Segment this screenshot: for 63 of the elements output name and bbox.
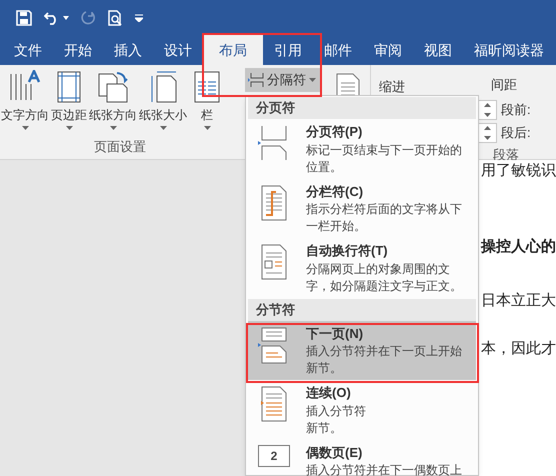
menu-item[interactable]: 分栏符(C) 指示分栏符后面的文字将从下一栏开始。 <box>248 178 476 238</box>
menu-item-description: 插入分节符并在下一偶数页上 <box>306 462 462 476</box>
print-preview-icon[interactable] <box>107 10 123 26</box>
ribbon-button[interactable]: 纸张方向 <box>88 70 138 130</box>
ribbon-tab[interactable]: 福昕阅读器 <box>463 35 555 65</box>
menu-item[interactable]: 连续(O) 插入分节符 新节。 <box>248 380 476 440</box>
ribbon-button[interactable]: 页边距 <box>50 70 88 130</box>
document-text: 本，因此才 <box>481 339 556 358</box>
menu-item-description: 分隔网页上的对象周围的文字，如分隔题注文字与正文。 <box>306 260 463 294</box>
document-text: 操控人心的 <box>481 237 556 256</box>
menu-item-title: 自动换行符(T) <box>306 242 389 260</box>
menu-item-title: 偶数页(E) <box>306 444 364 462</box>
ribbon-tab[interactable]: 邮件 <box>313 35 363 65</box>
ribbon-tab[interactable]: 开始 <box>53 35 103 65</box>
ribbon-tab[interactable]: 插入 <box>103 35 153 65</box>
ribbon-tab[interactable]: 引用 <box>263 35 313 65</box>
menu-item-description: 插入分节符并在下一页上开始新节。 <box>306 343 463 377</box>
caret-icon <box>66 126 72 130</box>
document-text: 日本立正大 <box>481 291 556 310</box>
caret-icon <box>204 126 210 130</box>
menu-item-title: 分页符(P) <box>306 123 364 141</box>
menu-item[interactable]: 2 偶数页(E) 插入分节符并在下一偶数页上 <box>248 440 476 476</box>
up-down-arrows-icon <box>484 126 490 140</box>
document-text: 用了敏锐识 <box>481 161 556 180</box>
indent-label: 缩进 <box>379 79 405 94</box>
caret-icon <box>160 126 166 130</box>
menu-item-description: 指示分栏符后面的文字将从下一栏开始。 <box>306 201 463 235</box>
caret-icon <box>309 78 316 82</box>
customize-menu-icon[interactable] <box>135 14 143 22</box>
breaks-button[interactable]: 分隔符 <box>245 68 321 92</box>
ribbon-tab[interactable]: 文件 <box>3 35 53 65</box>
ribbon-tab[interactable]: 设计 <box>153 35 203 65</box>
caret-icon <box>22 126 28 130</box>
caret-icon[interactable] <box>63 16 69 20</box>
ribbon-button[interactable]: 栏 <box>188 70 226 130</box>
menu-item-description: 插入分节符 <box>306 402 366 420</box>
spinner-button[interactable] <box>477 100 497 120</box>
menu-item-title: 连续(O) <box>306 384 352 402</box>
menu-section-heading: 分节符 <box>248 298 476 320</box>
menu-item-description: 标记一页结束与下一页开始的位置。 <box>306 142 463 176</box>
group-label: 页面设置 <box>94 138 146 156</box>
menu-item-title: 分栏符(C) <box>306 182 364 201</box>
spinner-button[interactable] <box>477 122 497 142</box>
menu-item[interactable]: 分页符(P) 标记一页结束与下一页开始的位置。 <box>248 119 476 178</box>
menu-section-heading: 分页符 <box>248 97 476 119</box>
ribbon-tab[interactable]: 审阅 <box>363 35 413 65</box>
menu-item[interactable]: 下一页(N) 插入分节符并在下一页上开始新节。 <box>248 320 476 380</box>
save-icon[interactable] <box>16 10 32 26</box>
spacing-after-label: 段后: <box>501 124 531 142</box>
menu-item-description: 新节。 <box>306 420 343 436</box>
page-break-icon <box>248 72 264 88</box>
even-page-icon: 2 <box>258 444 290 466</box>
menu-item-title: 下一页(N) <box>306 324 364 343</box>
menu-item[interactable]: 自动换行符(T) 分隔网页上的对象周围的文字，如分隔题注文字与正文。 <box>248 238 476 298</box>
spacing-label: 间距 <box>490 76 518 94</box>
ribbon-button[interactable]: 纸张大小 <box>138 70 188 130</box>
spacing-before-label: 段前: <box>501 100 531 119</box>
ribbon-button[interactable]: 文字方向 <box>0 70 50 130</box>
up-down-arrows-icon <box>484 102 490 116</box>
caret-icon <box>110 126 116 130</box>
ribbon-tab[interactable]: 视图 <box>413 35 463 65</box>
ribbon-tab[interactable]: 布局 <box>203 35 263 65</box>
group-label: 段落 <box>492 146 520 163</box>
